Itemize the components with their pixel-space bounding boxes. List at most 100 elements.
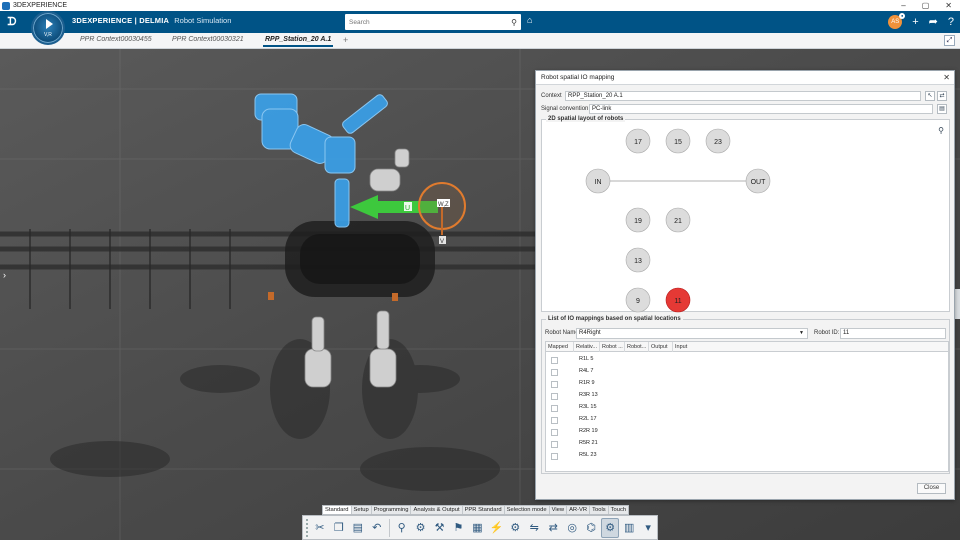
table-row[interactable]: R3L 15 bbox=[546, 402, 948, 414]
expand-left-panel-icon[interactable]: › bbox=[3, 270, 6, 280]
link-icon[interactable]: ⇄ bbox=[937, 91, 947, 101]
ds-logo-icon[interactable]: ᗪ bbox=[0, 16, 24, 29]
signal-icon[interactable]: ⌬ bbox=[582, 518, 600, 538]
table-row[interactable]: R5L 23 bbox=[546, 450, 948, 462]
settings-icon[interactable]: ▤ bbox=[937, 104, 947, 114]
table-row[interactable]: R4L 7 bbox=[546, 366, 948, 378]
robot-spatial-io-mapping-dialog: Robot spatial IO mapping ✕ Context RPP_S… bbox=[535, 70, 955, 500]
io-icon[interactable]: ⇄ bbox=[544, 518, 562, 538]
program-icon[interactable]: ⚒ bbox=[431, 518, 449, 538]
layout-node-out[interactable]: OUT bbox=[745, 168, 771, 194]
layout-node-13[interactable]: 13 bbox=[625, 247, 651, 273]
mapped-checkbox[interactable] bbox=[551, 393, 558, 400]
toolbar-grip-icon[interactable] bbox=[306, 518, 310, 537]
close-window-button[interactable]: ✕ bbox=[945, 1, 952, 10]
dialog-close-icon[interactable]: ✕ bbox=[943, 73, 950, 82]
layout-node-21[interactable]: 21 bbox=[665, 207, 691, 233]
table-row[interactable]: R5R 21 bbox=[546, 438, 948, 450]
layout-node-19[interactable]: 19 bbox=[625, 207, 651, 233]
add-icon[interactable]: + bbox=[912, 14, 918, 30]
zoom-icon[interactable]: ⚲ bbox=[393, 518, 411, 538]
table-icon[interactable]: ▥ bbox=[620, 518, 638, 538]
toolbar-separator bbox=[388, 518, 390, 537]
col-robot-id[interactable]: Robot... bbox=[625, 342, 649, 352]
minimize-button[interactable]: – bbox=[901, 1, 905, 10]
os-title-bar: 3DEXPERIENCE – ▢ ✕ bbox=[0, 0, 960, 11]
clipboard-icon[interactable]: ▦ bbox=[468, 518, 486, 538]
teach-icon[interactable]: ⚑ bbox=[450, 518, 468, 538]
robot-name-select[interactable]: R4Right ▼ bbox=[576, 328, 808, 339]
os-window-title: 3DEXPERIENCE bbox=[13, 2, 68, 9]
mapped-checkbox[interactable] bbox=[551, 381, 558, 388]
maximize-button[interactable]: ▢ bbox=[922, 1, 930, 10]
compass-wz-label: W,Z bbox=[438, 202, 449, 208]
tab-ppr-standard[interactable]: PPR Standard bbox=[463, 506, 505, 514]
layout-node-9[interactable]: 9 bbox=[625, 287, 651, 313]
mapped-checkbox[interactable] bbox=[551, 417, 558, 424]
col-robot-name[interactable]: Robot ... bbox=[600, 342, 625, 352]
mapped-checkbox[interactable] bbox=[551, 357, 558, 364]
signal-convention-field[interactable]: PC-link bbox=[589, 104, 933, 114]
tab-analysis-output[interactable]: Analysis & Output bbox=[411, 506, 463, 514]
node-label: IN bbox=[595, 179, 602, 186]
help-icon[interactable]: ? bbox=[948, 14, 954, 30]
tab-rpp-station-20[interactable]: RPP_Station_20 A.1 bbox=[262, 36, 334, 47]
tab-standard[interactable]: Standard bbox=[323, 506, 352, 514]
share-icon[interactable]: ➦ bbox=[929, 14, 938, 30]
expand-icon[interactable]: ⤢ bbox=[944, 35, 955, 46]
layout-node-23[interactable]: 23 bbox=[705, 128, 731, 154]
table-row[interactable]: R2L 17 bbox=[546, 414, 948, 426]
search-input[interactable] bbox=[345, 15, 507, 29]
layout-node-15[interactable]: 15 bbox=[665, 128, 691, 154]
context-field[interactable]: RPP_Station_20 A.1 bbox=[565, 91, 921, 101]
tab-ppr-context-00030321[interactable]: PPR Context00030321 bbox=[172, 36, 244, 43]
compare-icon[interactable]: ⇋ bbox=[525, 518, 543, 538]
add-tab-icon[interactable]: + bbox=[343, 35, 348, 45]
mapped-checkbox[interactable] bbox=[551, 429, 558, 436]
node-label: 21 bbox=[674, 218, 682, 225]
spatial-io-mapping-icon[interactable]: ⚙ bbox=[601, 517, 620, 538]
tag-icon[interactable]: ⌂ bbox=[527, 15, 532, 25]
window-controls: – ▢ ✕ bbox=[901, 0, 952, 11]
select-context-icon[interactable]: ↖ bbox=[925, 91, 935, 101]
col-mapped[interactable]: Mapped bbox=[546, 342, 574, 352]
tab-view[interactable]: View bbox=[550, 506, 568, 514]
mapped-checkbox[interactable] bbox=[551, 441, 558, 448]
layout-node-in[interactable]: IN bbox=[585, 168, 611, 194]
robot-arm-icon[interactable]: ⚙ bbox=[506, 518, 524, 538]
undo-icon[interactable]: ↶ bbox=[368, 518, 386, 538]
tab-ppr-context-00030455[interactable]: PPR Context00030455 bbox=[80, 36, 152, 43]
mapped-checkbox[interactable] bbox=[551, 453, 558, 460]
compass-widget[interactable]: V,R bbox=[31, 11, 65, 45]
close-button[interactable]: Close bbox=[917, 483, 946, 494]
copy-icon[interactable]: ❐ bbox=[330, 518, 348, 538]
tab-selection-mode[interactable]: Selection mode bbox=[505, 506, 550, 514]
robot-id-field[interactable]: 11 bbox=[840, 328, 946, 339]
paste-icon[interactable]: ▤ bbox=[349, 518, 367, 538]
table-row[interactable]: R3R 13 bbox=[546, 390, 948, 402]
layout-node-11-selected[interactable]: 11 bbox=[665, 287, 691, 313]
tab-setup[interactable]: Setup bbox=[352, 506, 372, 514]
analysis-icon[interactable]: ◎ bbox=[563, 518, 581, 538]
tab-touch[interactable]: Touch bbox=[609, 506, 628, 514]
simulate-icon[interactable]: ⚡ bbox=[487, 518, 505, 538]
table-row[interactable]: R1R 9 bbox=[546, 378, 948, 390]
more-icon[interactable]: ▾ bbox=[639, 518, 657, 538]
robot-tool-icon[interactable]: ⚙ bbox=[412, 518, 430, 538]
col-output[interactable]: Output bbox=[649, 342, 673, 352]
spatial-layout-canvas[interactable]: 17 15 23 IN OUT 19 21 13 9 11 bbox=[542, 120, 951, 313]
col-input[interactable]: Input bbox=[673, 342, 713, 352]
tab-tools[interactable]: Tools bbox=[590, 506, 609, 514]
tab-ar-vr[interactable]: AR-VR bbox=[567, 506, 591, 514]
mapped-checkbox[interactable] bbox=[551, 405, 558, 412]
tab-programming[interactable]: Programming bbox=[372, 506, 412, 514]
cut-icon[interactable]: ✂ bbox=[311, 518, 329, 538]
col-relative[interactable]: Relativ... bbox=[574, 342, 600, 352]
table-row[interactable]: R2R 19 bbox=[546, 426, 948, 438]
avatar[interactable]: AS ● bbox=[888, 13, 906, 29]
mapped-checkbox[interactable] bbox=[551, 369, 558, 376]
layout-node-17[interactable]: 17 bbox=[625, 128, 651, 154]
search-box[interactable]: ⚲ bbox=[345, 14, 521, 30]
table-row[interactable]: R1L 5 bbox=[546, 354, 948, 366]
search-icon[interactable]: ⚲ bbox=[507, 18, 521, 27]
